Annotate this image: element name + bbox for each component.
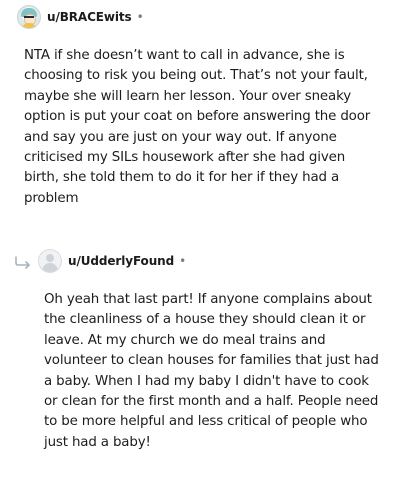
username[interactable]: u/BRACEwits — [47, 10, 132, 24]
comment-body: Oh yeah that last part! If anyone compla… — [44, 292, 379, 450]
separator-dot: • — [179, 254, 187, 268]
username[interactable]: u/UdderlyFound — [68, 254, 174, 268]
comment-body: NTA if she doesn’t want to call in advan… — [24, 48, 371, 206]
separator-dot: • — [136, 10, 144, 24]
comment-header: u/BRACEwits • — [17, 5, 144, 29]
default-avatar-icon[interactable] — [38, 249, 62, 273]
reply-arrow-icon — [15, 256, 30, 269]
user-avatar-icon[interactable] — [17, 5, 41, 29]
comment-header: u/UdderlyFound • — [38, 249, 186, 273]
